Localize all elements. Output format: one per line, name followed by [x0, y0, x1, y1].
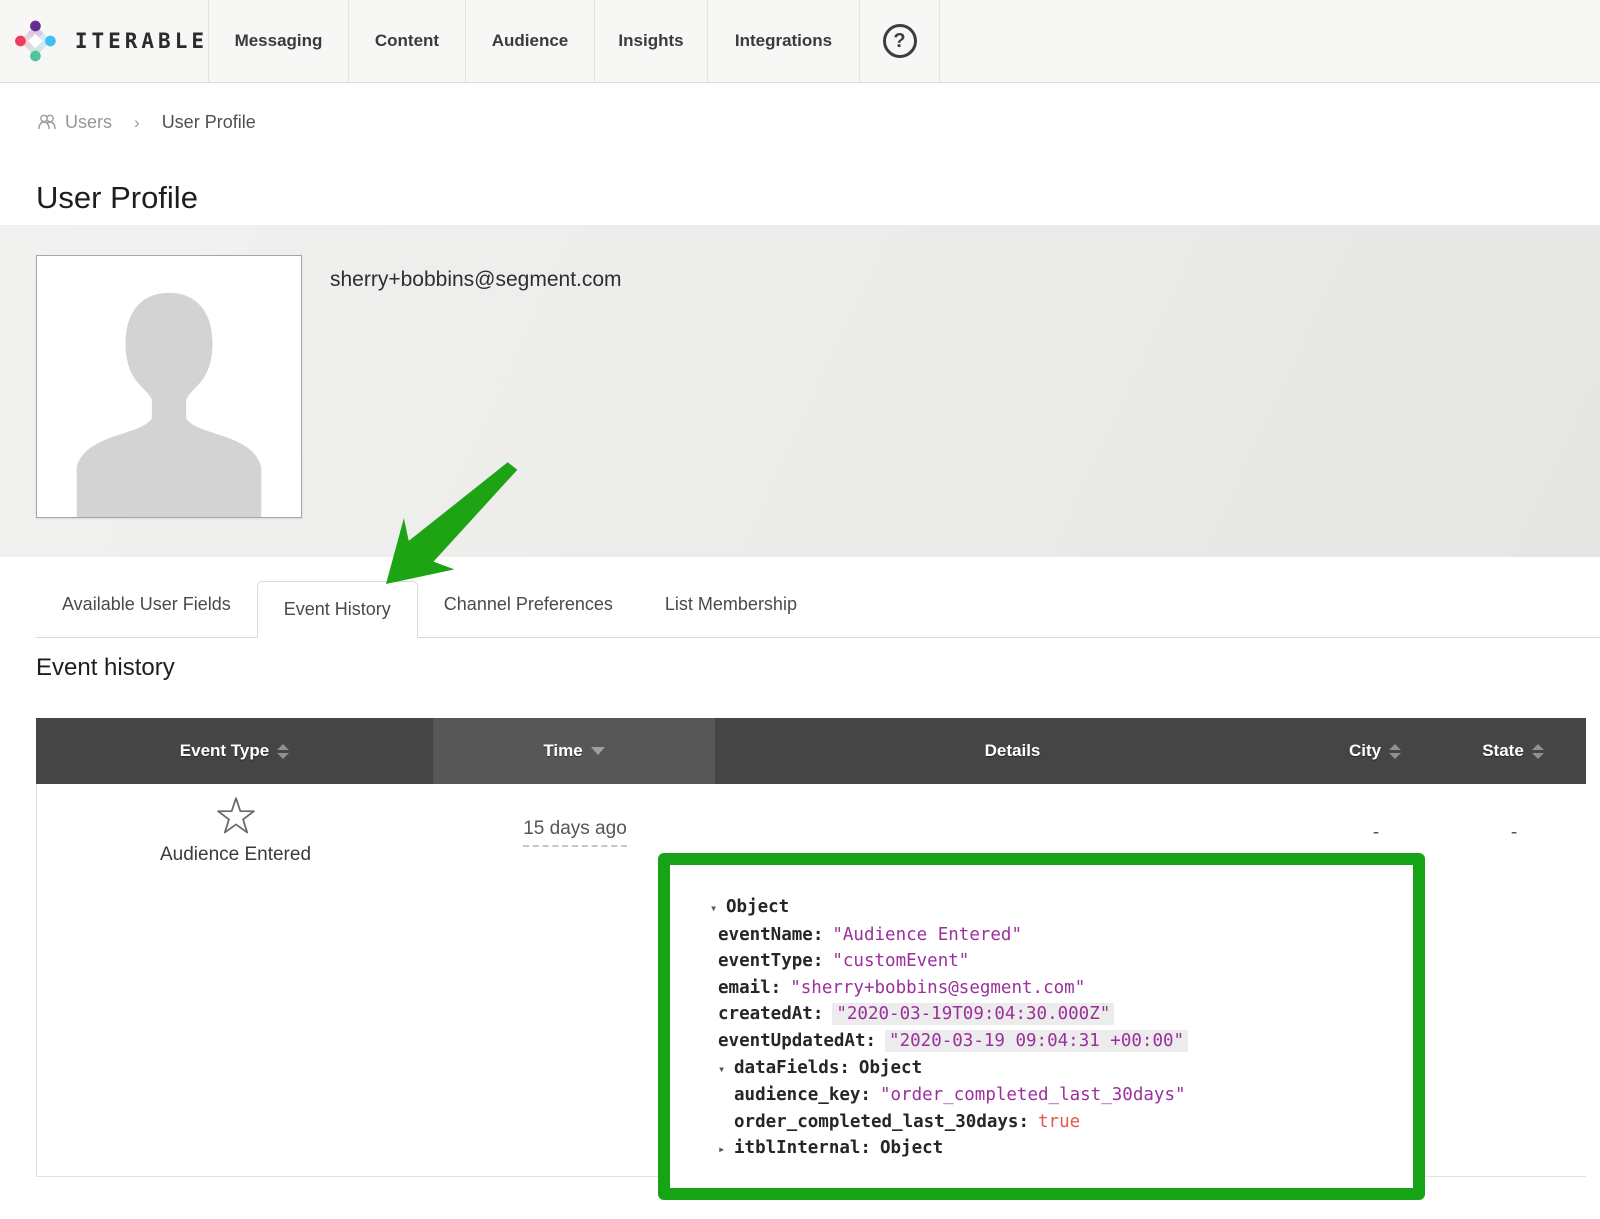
- user-email: sherry+bobbins@segment.com: [330, 268, 622, 292]
- iterable-logo-icon: [14, 13, 57, 69]
- users-icon: [36, 114, 58, 131]
- json-line: eventType:"customEvent": [710, 948, 1405, 975]
- page-title: User Profile: [36, 180, 1600, 224]
- profile-header: sherry+bobbins@segment.com: [0, 225, 1600, 557]
- table-row: Audience Entered 15 days ago - - ▾Object…: [36, 784, 1586, 1177]
- table-header: Event Type Time Details City State: [36, 718, 1586, 784]
- json-line: order_completed_last_30days:true: [710, 1109, 1405, 1136]
- star-outline-icon: [215, 794, 257, 836]
- city-cell: -: [1311, 822, 1441, 844]
- top-nav: ITERABLE Messaging Content Audience Insi…: [0, 0, 1600, 83]
- column-header-state[interactable]: State: [1440, 718, 1586, 784]
- breadcrumb-users-link[interactable]: Users: [36, 112, 112, 133]
- iterable-user-profile-page: ITERABLE Messaging Content Audience Insi…: [0, 0, 1600, 1219]
- event-history-table: Event Type Time Details City State: [36, 718, 1586, 1177]
- help-icon: ?: [883, 24, 917, 58]
- json-root-line: ▾Object: [710, 894, 1405, 922]
- nav-item-integrations[interactable]: Integrations: [707, 0, 859, 82]
- breadcrumb-users-label: Users: [65, 112, 112, 133]
- expand-icon[interactable]: ▸: [718, 1136, 734, 1163]
- breadcrumb: Users › User Profile: [36, 112, 1600, 133]
- column-header-time[interactable]: Time: [433, 718, 715, 784]
- help-button[interactable]: ?: [859, 0, 940, 82]
- json-line: email:"sherry+bobbins@segment.com": [710, 975, 1405, 1002]
- event-type-cell: Audience Entered: [37, 794, 434, 866]
- column-header-city[interactable]: City: [1310, 718, 1440, 784]
- tab-list-membership[interactable]: List Membership: [639, 594, 823, 637]
- event-type-label: Audience Entered: [37, 844, 434, 866]
- column-header-details: Details: [715, 718, 1310, 784]
- json-line: eventName:"Audience Entered": [710, 922, 1405, 949]
- avatar-silhouette-icon: [37, 256, 301, 517]
- sort-icon: [1532, 744, 1544, 759]
- nav-item-content[interactable]: Content: [348, 0, 465, 82]
- section-heading: Event history: [36, 654, 1600, 682]
- json-line: audience_key:"order_completed_last_30day…: [710, 1082, 1405, 1109]
- sort-icon: [277, 744, 289, 759]
- time-link[interactable]: 15 days ago: [523, 818, 627, 847]
- column-header-event-type[interactable]: Event Type: [36, 718, 433, 784]
- sort-desc-icon: [591, 747, 605, 755]
- state-cell: -: [1441, 822, 1587, 844]
- event-details-json-box: ▾Object eventName:"Audience Entered" eve…: [658, 853, 1425, 1200]
- breadcrumb-current: User Profile: [162, 112, 256, 133]
- tab-available-user-fields[interactable]: Available User Fields: [36, 594, 257, 637]
- profile-tabs: Available User Fields Event History Chan…: [36, 557, 1600, 638]
- json-line: eventUpdatedAt:"2020-03-19 09:04:31 +00:…: [710, 1028, 1405, 1055]
- nav-item-insights[interactable]: Insights: [594, 0, 707, 82]
- nav-item-messaging[interactable]: Messaging: [208, 0, 348, 82]
- time-cell: 15 days ago: [434, 818, 716, 847]
- json-line: ▾dataFields:Object: [710, 1055, 1405, 1083]
- tab-channel-preferences[interactable]: Channel Preferences: [418, 594, 639, 637]
- iterable-logo[interactable]: ITERABLE: [0, 0, 208, 82]
- brand-name: ITERABLE: [75, 29, 208, 53]
- collapse-icon[interactable]: ▾: [718, 1056, 734, 1083]
- json-line: ▸itblInternal:Object: [710, 1135, 1405, 1163]
- collapse-icon[interactable]: ▾: [710, 895, 726, 922]
- nav-item-audience[interactable]: Audience: [465, 0, 594, 82]
- avatar: [36, 255, 302, 518]
- sort-icon: [1389, 744, 1401, 759]
- json-tree: ▾Object eventName:"Audience Entered" eve…: [710, 894, 1405, 1163]
- json-line: createdAt:"2020-03-19T09:04:30.000Z": [710, 1001, 1405, 1028]
- breadcrumb-separator: ›: [134, 113, 140, 133]
- tab-event-history[interactable]: Event History: [257, 581, 418, 638]
